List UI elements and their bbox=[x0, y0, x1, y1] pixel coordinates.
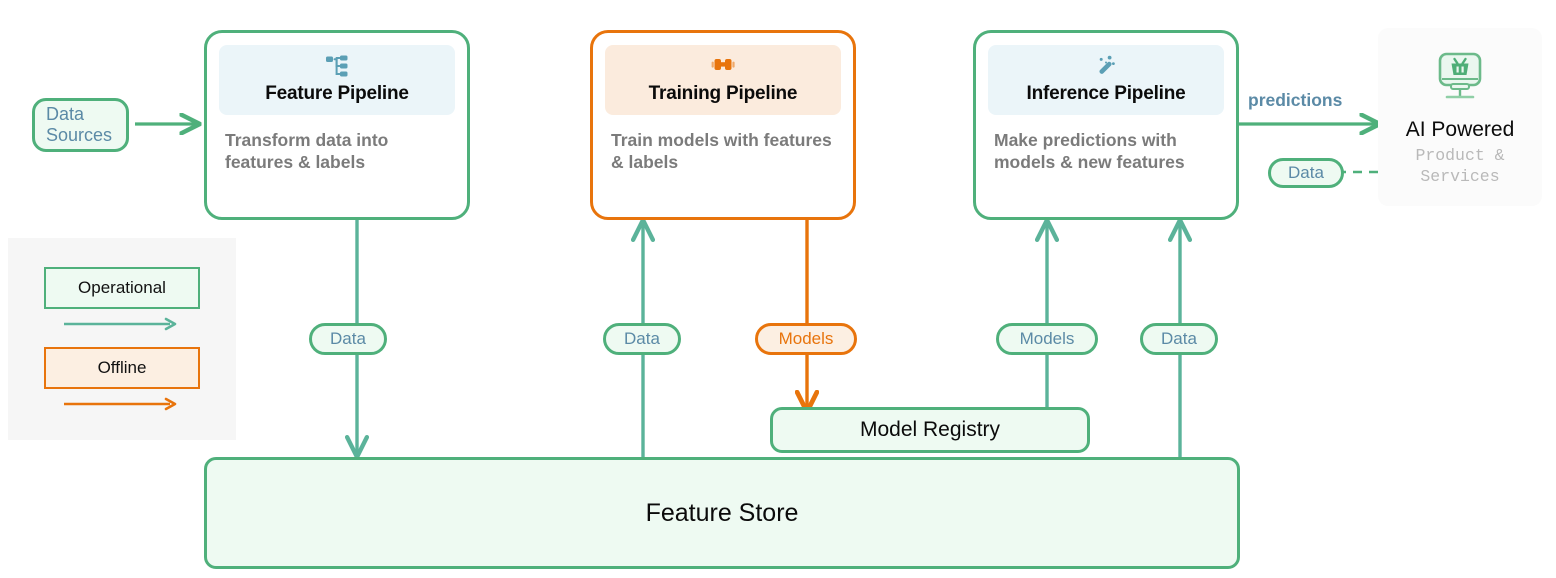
data-sources-label-line1: Data bbox=[46, 103, 85, 124]
data-sources-label-line2: Sources bbox=[46, 125, 113, 145]
dumbbell-icon bbox=[609, 51, 837, 81]
model-registry-label: Model Registry bbox=[859, 418, 1001, 441]
feature-store-node[interactable]: Feature Store bbox=[204, 457, 1240, 569]
feature-pipeline-header: Feature Pipeline bbox=[219, 45, 455, 115]
hierarchy-tree-icon bbox=[223, 51, 451, 81]
legend-arrow-offline bbox=[62, 397, 182, 411]
magic-wand-icon bbox=[992, 51, 1220, 81]
ai-powered-product-card[interactable]: AI Powered Product & Services bbox=[1378, 28, 1542, 206]
edge-pill-data-return[interactable]: Data bbox=[1268, 158, 1344, 188]
feature-store-label: Feature Store bbox=[645, 498, 799, 527]
diagram-canvas: Data Sources Feature Pipeline Transform … bbox=[0, 0, 1556, 578]
inference-pipeline-header: Inference Pipeline bbox=[988, 45, 1224, 115]
edge-pill-label: Models bbox=[1019, 329, 1075, 348]
legend-panel: Operational Offline bbox=[8, 238, 236, 440]
training-pipeline-title: Training Pipeline bbox=[648, 83, 798, 104]
data-sources-node[interactable]: Data Sources bbox=[32, 98, 129, 152]
edge-pill-data-feature-to-store[interactable]: Data bbox=[309, 323, 387, 355]
edge-pill-models-registry-to-inference[interactable]: Models bbox=[996, 323, 1098, 355]
feature-pipeline-title: Feature Pipeline bbox=[265, 83, 409, 104]
edge-pill-data-store-to-inference[interactable]: Data bbox=[1140, 323, 1218, 355]
feature-pipeline-description: Transform data into features & labels bbox=[225, 130, 389, 173]
legend-item-offline: Offline bbox=[44, 347, 200, 389]
edge-pill-label: Models bbox=[778, 329, 834, 348]
edge-pill-label: Data bbox=[330, 329, 366, 348]
edge-pill-label: Data bbox=[1288, 163, 1324, 182]
legend-label-offline: Offline bbox=[97, 358, 147, 377]
feature-pipeline-card[interactable]: Feature Pipeline Transform data into fea… bbox=[204, 30, 470, 220]
legend-label-operational: Operational bbox=[78, 278, 166, 297]
monitor-shopping-basket-icon bbox=[1429, 50, 1491, 108]
inference-pipeline-card[interactable]: Inference Pipeline Make predictions with… bbox=[973, 30, 1239, 220]
edge-pill-label: Data bbox=[624, 329, 660, 348]
product-title: AI Powered bbox=[1405, 118, 1515, 141]
edge-label-predictions: predictions bbox=[1248, 90, 1343, 110]
product-subtitle-line1: Product & bbox=[1415, 146, 1505, 165]
edge-pill-label: Data bbox=[1161, 329, 1197, 348]
inference-pipeline-description: Make predictions with models & new featu… bbox=[994, 130, 1185, 173]
model-registry-node[interactable]: Model Registry bbox=[770, 407, 1090, 453]
training-pipeline-header: Training Pipeline bbox=[605, 45, 841, 115]
product-subtitle: Product & Services bbox=[1415, 146, 1504, 187]
training-pipeline-description: Train models with features & labels bbox=[611, 130, 832, 173]
legend-item-operational: Operational bbox=[44, 267, 200, 309]
training-pipeline-card[interactable]: Training Pipeline Train models with feat… bbox=[590, 30, 856, 220]
edge-pill-data-store-to-training[interactable]: Data bbox=[603, 323, 681, 355]
edge-pill-models-training-to-registry[interactable]: Models bbox=[755, 323, 857, 355]
legend-arrow-operational bbox=[62, 317, 182, 331]
product-subtitle-line2: Services bbox=[1420, 166, 1500, 186]
inference-pipeline-title: Inference Pipeline bbox=[1026, 83, 1186, 104]
